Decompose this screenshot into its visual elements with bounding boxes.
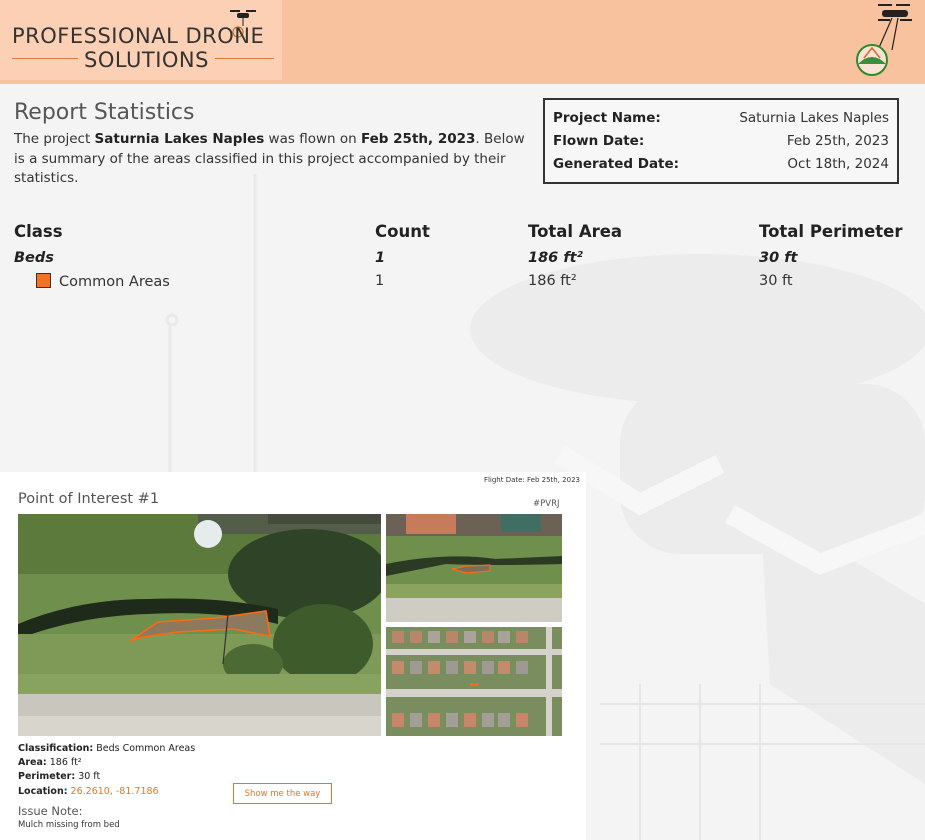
info-row-flown: Flown Date: Feb 25th, 2023 (553, 129, 889, 152)
issue-note-label: Issue Note: (18, 804, 83, 818)
classification-value: Beds Common Areas (96, 743, 196, 754)
group-area: 186 ft² (528, 250, 583, 266)
perimeter-value: 30 ft (78, 771, 101, 783)
intro-project-name: Saturnia Lakes Naples (94, 131, 265, 147)
poi-title: Point of Interest #1 (18, 491, 160, 507)
project-name-value: Saturnia Lakes Naples (739, 109, 889, 126)
class-color-swatch (36, 273, 51, 288)
poi-code: #PVRJ (533, 499, 560, 509)
flight-date: Flight Date: Feb 25th, 2023 (483, 476, 580, 484)
classification-row: Classification: Beds Common Areas (18, 742, 195, 756)
area-label: Area: (18, 757, 47, 769)
item-perimeter: 30 ft (759, 273, 793, 289)
location-row: Location: 26.2610, -81.7186 (18, 785, 195, 799)
issue-note-text: Mulch missing from bed (18, 820, 120, 830)
stats-item-row: Common Areas 1 186 ft² 30 ft (14, 273, 914, 296)
project-name-label: Project Name: (553, 109, 661, 126)
company-logo[interactable]: PROFESSIONAL DRONE SOLUTIONS (0, 0, 282, 80)
stats-group-row: Beds 1 186 ft² 30 ft (14, 250, 914, 273)
item-class-cell: Common Areas (14, 273, 170, 290)
logo-text-line2: SOLUTIONS (78, 48, 215, 72)
location-label: Location: (18, 785, 68, 797)
perimeter-label: Perimeter: (18, 771, 76, 783)
generated-date-label: Generated Date: (553, 155, 680, 172)
logo-text-line1: PROFESSIONAL DRONE (12, 24, 265, 48)
item-name: Common Areas (59, 274, 170, 290)
column-header-class: Class (14, 222, 63, 241)
poi-details: Classification: Beds Common Areas Area: … (18, 742, 195, 799)
aerial-image-neighborhood[interactable] (386, 627, 562, 736)
aerial-image-context[interactable] (386, 514, 562, 622)
info-row-project: Project Name: Saturnia Lakes Naples (553, 106, 889, 129)
perimeter-row: Perimeter: 30 ft (18, 770, 195, 784)
generated-date-value: Oct 18th, 2024 (787, 155, 889, 172)
group-name: Beds (14, 250, 54, 266)
project-info-box: Project Name: Saturnia Lakes Naples Flow… (543, 98, 899, 184)
area-row: Area: 186 ft² (18, 756, 195, 770)
flown-date-value: Feb 25th, 2023 (786, 132, 889, 149)
intro-flown-date: Feb 25th, 2023 (360, 131, 476, 147)
column-header-total-perimeter: Total Perimeter (759, 222, 903, 241)
group-perimeter: 30 ft (759, 250, 798, 266)
location-link[interactable]: 26.2610, -81.7186 (71, 786, 159, 797)
drone-emblem-icon (856, 4, 912, 76)
group-count: 1 (375, 250, 386, 266)
flown-date-label: Flown Date: (553, 132, 645, 149)
area-value: 186 ft² (49, 757, 82, 769)
report-intro: The project Saturnia Lakes Naples was fl… (14, 130, 529, 189)
stats-header-row: Class Count Total Area Total Perimeter (14, 220, 914, 250)
item-area: 186 ft² (528, 273, 577, 289)
report-title: Report Statistics (14, 100, 195, 125)
show-me-the-way-button[interactable]: Show me the way (233, 783, 332, 804)
column-header-total-area: Total Area (528, 222, 623, 241)
intro-text-pre: The project (14, 131, 95, 147)
aerial-image-main[interactable] (18, 514, 381, 736)
info-row-generated: Generated Date: Oct 18th, 2024 (553, 152, 889, 175)
item-count: 1 (375, 273, 385, 289)
classification-label: Classification: (18, 743, 94, 754)
point-of-interest-card: Flight Date: Feb 25th, 2023 Point of Int… (0, 472, 586, 840)
intro-text-mid: was flown on (264, 131, 361, 147)
stats-table: Class Count Total Area Total Perimeter B… (14, 220, 914, 296)
column-header-count: Count (375, 222, 430, 241)
header-banner: PROFESSIONAL DRONE SOLUTIONS (0, 0, 925, 84)
